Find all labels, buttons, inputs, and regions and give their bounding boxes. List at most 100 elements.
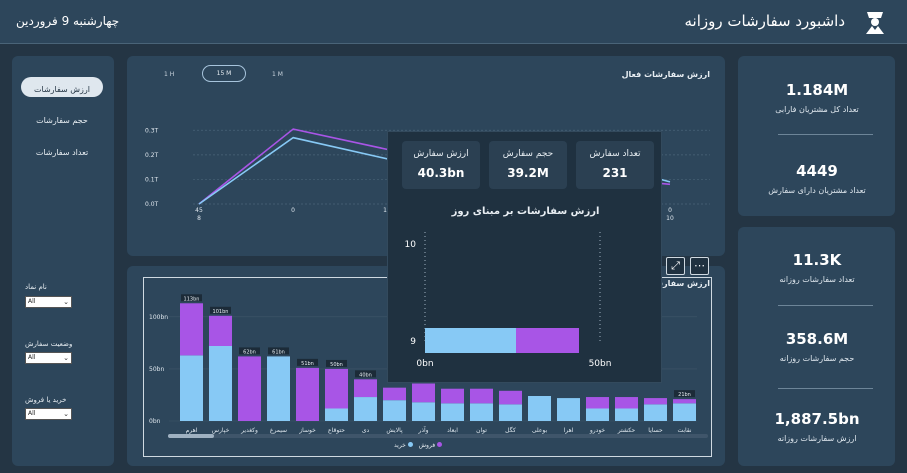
- header-bar: داشبورد سفارشات روزانه چهارشنبه 9 فروردی…: [0, 0, 907, 44]
- popup-kpi-value: ارزش سفارش 40.3bn: [402, 141, 480, 189]
- bar-sell: [673, 399, 696, 404]
- legend-dot-sell: [437, 442, 443, 447]
- bar-sell: [586, 397, 609, 409]
- y-tick-label: 0.1T: [145, 176, 159, 183]
- horizontal-scrollbar[interactable]: [168, 434, 708, 438]
- y-tick-label: 100bn: [149, 314, 168, 321]
- bar-buy: [470, 403, 493, 421]
- divider: [778, 388, 873, 389]
- left-sidebar: ارزش سفارشات حجم سفارشات تعداد سفارشات ن…: [12, 56, 114, 466]
- kpi-customers-with-orders: 4449 تعداد مشتریان دارای سفارش: [734, 162, 900, 195]
- data-label: 40bn: [359, 372, 372, 378]
- bar-sell: [325, 368, 348, 409]
- filter-label-side: خرید یا فروش: [25, 396, 67, 404]
- y-tick-label: 10: [405, 240, 417, 250]
- y-tick-label: 0.2T: [145, 152, 159, 159]
- kpi-label: تعداد سفارشات روزانه: [779, 275, 855, 284]
- chevron-down-icon: ⌄: [63, 298, 69, 306]
- kpi-daily-order-volume: 358.6M حجم سفارشات روزانه: [734, 330, 900, 363]
- data-label: 61bn: [272, 349, 285, 355]
- data-label: 101bn: [213, 309, 229, 315]
- bar-legend: فروش خرید: [394, 442, 443, 449]
- bar-buy: [644, 404, 667, 421]
- bar-buy: [586, 408, 609, 421]
- kpi-value: 1.184M: [785, 81, 849, 99]
- x-category-label: اهرا: [564, 427, 574, 434]
- kpi-daily-order-count: 11.3K تعداد سفارشات روزانه: [734, 251, 900, 284]
- kpi-panel-bottom: 11.3K تعداد سفارشات روزانه 358.6M حجم سف…: [738, 227, 895, 466]
- kpi-panel-top: 1.184M تعداد کل مشتریان فارابی 4449 تعدا…: [738, 56, 895, 216]
- filter-status-value: All: [28, 354, 36, 361]
- x-tick-label: 0: [291, 207, 295, 214]
- legend-sell-label: فروش: [418, 442, 436, 449]
- kpi-label: حجم سفارشات روزانه: [779, 354, 855, 363]
- divider: [778, 305, 873, 306]
- popup-bar-chart: 10 9 0bn 50bn: [405, 232, 611, 369]
- bar-buy: [425, 328, 516, 353]
- x-category-label: حکشتر: [617, 427, 636, 434]
- x-category-label: اهرم: [186, 427, 198, 434]
- popup-kpi-label: تعداد سفارش: [589, 149, 641, 159]
- filter-symbol-value: All: [28, 298, 36, 305]
- x-tick-label: 45: [195, 207, 203, 214]
- bar-buy: [412, 402, 435, 421]
- kpi-label: ارزش سفارشات روزانه: [777, 434, 857, 443]
- x-category-label: پالایش: [386, 427, 403, 434]
- kpi-daily-order-value: 1,887.5bn ارزش سفارشات روزانه: [734, 410, 900, 443]
- nav-item-volume[interactable]: حجم سفارشات: [21, 116, 103, 125]
- popup-kpi-volume: حجم سفارش 39.2M: [489, 141, 567, 189]
- bar-buy: [267, 356, 290, 421]
- y-tick-label: 0.0T: [145, 201, 159, 208]
- page-title: داشبورد سفارشات روزانه: [684, 12, 846, 30]
- bar-buy: [180, 355, 203, 421]
- popup-kpi-number: 231: [602, 166, 628, 180]
- nav-item-count[interactable]: تعداد سفارشات: [21, 148, 103, 157]
- bar-buy: [557, 398, 580, 421]
- kpi-value: 4449: [796, 162, 838, 180]
- bar-sell: [516, 328, 579, 353]
- popup-kpi-count: تعداد سفارش 231: [576, 141, 654, 189]
- x-category-label: خپارس: [212, 427, 230, 434]
- filter-status-select[interactable]: All ⌄: [25, 352, 72, 364]
- bar-sell: [296, 367, 319, 421]
- scrollbar-thumb[interactable]: [168, 434, 214, 438]
- bar-buy: [499, 404, 522, 421]
- kpi-value: 358.6M: [785, 330, 849, 348]
- filter-side-value: All: [28, 410, 36, 417]
- x-category-label: حسایا: [648, 427, 663, 434]
- bar-sell: [499, 390, 522, 405]
- kpi-total-customers: 1.184M تعداد کل مشتریان فارابی: [734, 81, 900, 114]
- kpi-value: 1,887.5bn: [774, 410, 860, 428]
- bar-buy: [383, 400, 406, 421]
- x-category-label: وکغدیر: [240, 427, 258, 434]
- bar-sell: [470, 388, 493, 404]
- bar-buy: [673, 403, 696, 421]
- legend-dot-buy: [407, 442, 413, 447]
- divider: [778, 134, 873, 135]
- bar-sell: [209, 315, 232, 346]
- x-category-label: نقابت: [677, 427, 691, 434]
- filter-side-select[interactable]: All ⌄: [25, 408, 72, 420]
- popup-kpi-number: 39.2M: [507, 166, 549, 180]
- bar-buy: [441, 403, 464, 421]
- x-category-label: دی: [362, 427, 370, 434]
- bar-buy: [615, 408, 638, 421]
- data-label: 113bn: [184, 296, 200, 302]
- popup-kpi-label: ارزش سفارش: [413, 149, 469, 159]
- chevron-down-icon: ⌄: [63, 410, 69, 418]
- nav-button-value-label: ارزش سفارشات: [34, 85, 90, 94]
- filter-label-status: وضعیت سفارش: [25, 340, 73, 348]
- y-tick-label: 0.3T: [145, 127, 159, 134]
- filter-symbol-select[interactable]: All ⌄: [25, 296, 72, 308]
- data-label: 62bn: [243, 349, 256, 355]
- logo-icon: [866, 12, 884, 34]
- chevron-down-icon: ⌄: [63, 354, 69, 362]
- x-tick-label: 10: [666, 215, 674, 222]
- x-tick-label: 0bn: [416, 359, 433, 369]
- nav-button-value[interactable]: ارزش سفارشات: [21, 77, 103, 97]
- bar-sell: [412, 383, 435, 403]
- x-category-label: سیمرغ: [270, 427, 287, 434]
- popup-chart-title: ارزش سفارشات بر مبنای روز: [451, 206, 600, 217]
- drill-tooltip-card: ارزش سفارش 40.3bn حجم سفارش 39.2M تعداد …: [387, 131, 662, 383]
- bar-buy: [325, 408, 348, 421]
